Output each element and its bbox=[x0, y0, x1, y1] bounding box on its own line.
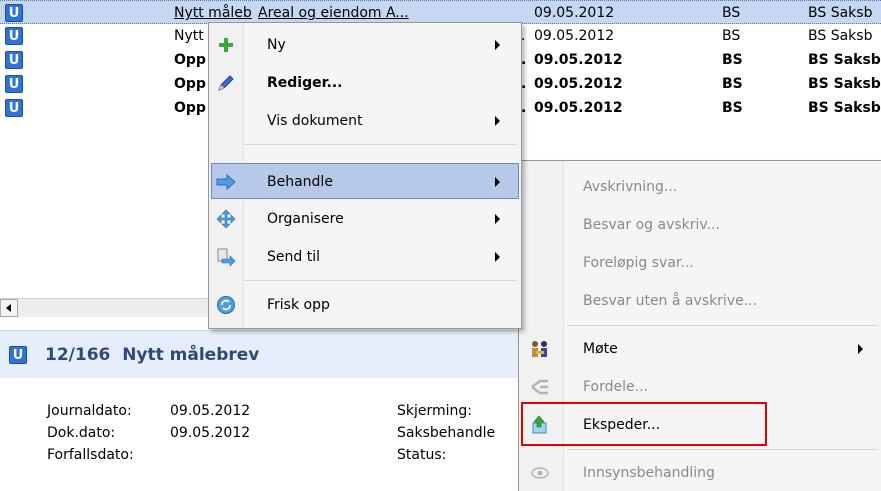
detail-title: 12/166 Nytt målebrev bbox=[45, 345, 260, 365]
menu-item-label: Frisk opp bbox=[267, 297, 330, 313]
menu-item-rediger[interactable]: Rediger... bbox=[211, 65, 519, 101]
horizontal-scrollbar[interactable] bbox=[0, 298, 212, 317]
document-type-badge: U bbox=[9, 346, 27, 364]
document-type-badge: U bbox=[5, 75, 23, 93]
detail-header: U 12/166 Nytt målebrev bbox=[0, 330, 520, 379]
row-truncated: . bbox=[521, 28, 526, 44]
menu-item-label: Innsynsbehandling bbox=[583, 465, 715, 481]
row-code: BS bbox=[722, 76, 743, 92]
row-date: 09.05.2012 bbox=[534, 76, 623, 92]
menu-item-besvar-og-avskriv[interactable]: Besvar og avskriv... bbox=[521, 207, 880, 243]
context-menu: Ny Rediger... Vis dokument Behandle Orga… bbox=[208, 22, 522, 329]
row-category: BS Saksbe bbox=[808, 100, 881, 116]
eye-icon bbox=[530, 463, 550, 483]
menu-item-label: Besvar og avskriv... bbox=[583, 217, 720, 233]
submenu-arrow-icon bbox=[495, 252, 500, 262]
highlight-box bbox=[521, 402, 767, 446]
menu-item-mote[interactable]: Møte bbox=[521, 331, 880, 367]
submenu-arrow-icon bbox=[858, 344, 863, 354]
menu-separator bbox=[245, 144, 517, 145]
row-code: BS bbox=[722, 52, 743, 68]
row-code: BS bbox=[722, 100, 743, 116]
pencil-icon bbox=[216, 73, 236, 93]
journal-date-label: Journaldato: bbox=[47, 403, 132, 419]
menu-item-label: Behandle bbox=[267, 174, 333, 190]
menu-item-label: Avskrivning... bbox=[583, 179, 678, 195]
menu-separator bbox=[245, 280, 517, 281]
menu-item-ny[interactable]: Ny bbox=[211, 27, 519, 63]
distribute-icon bbox=[530, 377, 550, 397]
document-date-value: 09.05.2012 bbox=[170, 425, 251, 441]
menu-item-fordele[interactable]: Fordele... bbox=[521, 369, 880, 405]
document-type-badge: U bbox=[5, 27, 23, 45]
menu-item-label: Fordele... bbox=[583, 379, 648, 395]
journal-date-value: 09.05.2012 bbox=[170, 403, 251, 419]
submenu-arrow-icon bbox=[495, 40, 500, 50]
menu-item-besvar-uten-avskrive[interactable]: Besvar uten å avskrive... bbox=[521, 283, 880, 319]
menu-item-forelopig-svar[interactable]: Foreløpig svar... bbox=[521, 245, 880, 281]
menu-item-organisere[interactable]: Organisere bbox=[211, 201, 519, 237]
menu-separator bbox=[567, 325, 878, 326]
row-subject: Areal og eiendom A... bbox=[258, 5, 409, 21]
send-to-icon bbox=[216, 247, 236, 267]
row-code: BS bbox=[722, 5, 741, 21]
menu-item-send-til[interactable]: Send til bbox=[211, 239, 519, 275]
row-truncated: . bbox=[521, 52, 527, 68]
menu-item-label: Organisere bbox=[267, 211, 344, 227]
menu-item-frisk-opp[interactable]: Frisk opp bbox=[211, 287, 519, 323]
document-type-badge: U bbox=[5, 4, 23, 22]
menu-item-innsynsbehandling[interactable]: Innsynsbehandling bbox=[521, 455, 880, 491]
submenu-arrow-icon bbox=[495, 177, 500, 187]
refresh-icon bbox=[216, 295, 236, 315]
row-truncated: . bbox=[521, 100, 527, 116]
row-title: Nytt målebrev bbox=[174, 5, 252, 21]
detail-fields: Journaldato: 09.05.2012 Dok.dato: 09.05.… bbox=[0, 378, 520, 491]
menu-item-label: Møte bbox=[583, 341, 618, 357]
row-date: 09.05.2012 bbox=[534, 28, 615, 44]
shielding-label: Skjerming: bbox=[397, 403, 473, 419]
scroll-left-arrow-icon[interactable] bbox=[0, 299, 18, 317]
row-category: BS Saksbe bbox=[808, 52, 881, 68]
submenu-arrow-icon bbox=[495, 214, 500, 224]
row-category: BS Saksb bbox=[808, 5, 873, 21]
menu-item-avskrivning[interactable]: Avskrivning... bbox=[521, 169, 880, 205]
menu-item-label: Send til bbox=[267, 249, 320, 265]
document-type-badge: U bbox=[5, 99, 23, 117]
menu-item-label: Rediger... bbox=[267, 75, 343, 91]
row-truncated: . bbox=[521, 76, 527, 92]
document-date-label: Dok.dato: bbox=[47, 425, 116, 441]
row-category: BS Saksbe bbox=[808, 76, 881, 92]
menu-item-label: Ny bbox=[267, 37, 286, 53]
menu-separator bbox=[567, 449, 878, 450]
table-row[interactable]: U Nytt målebrev Areal og eiendom A... 09… bbox=[0, 0, 881, 24]
menu-item-label: Vis dokument bbox=[267, 113, 363, 129]
plus-icon bbox=[216, 35, 236, 55]
menu-item-vis-dokument[interactable]: Vis dokument bbox=[211, 103, 519, 139]
status-label: Status: bbox=[397, 447, 447, 463]
row-date: 09.05.2012 bbox=[534, 5, 615, 21]
row-date: 09.05.2012 bbox=[534, 52, 623, 68]
row-date: 09.05.2012 bbox=[534, 100, 623, 116]
row-code: BS bbox=[722, 28, 741, 44]
document-type-badge: U bbox=[5, 51, 23, 69]
menu-item-label: Foreløpig svar... bbox=[583, 255, 694, 271]
case-officer-label: Saksbehandle bbox=[397, 425, 496, 441]
row-category: BS Saksb bbox=[808, 28, 873, 44]
process-arrow-icon bbox=[216, 172, 236, 192]
due-date-label: Forfallsdato: bbox=[47, 447, 134, 463]
submenu-arrow-icon bbox=[495, 116, 500, 126]
meeting-icon bbox=[530, 339, 550, 359]
menu-item-behandle[interactable]: Behandle bbox=[211, 163, 519, 199]
organize-icon bbox=[216, 209, 236, 229]
menu-item-label: Besvar uten å avskrive... bbox=[583, 293, 758, 309]
